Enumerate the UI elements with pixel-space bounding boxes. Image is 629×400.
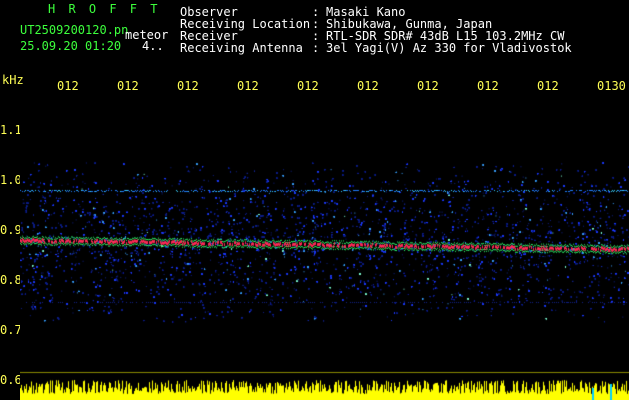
datetime: 25.09.20 01:20 bbox=[20, 39, 122, 53]
time-tick: 012 bbox=[417, 79, 439, 93]
time-tick: 012 bbox=[537, 79, 559, 93]
time-tick: 0130 bbox=[597, 79, 626, 93]
y-axis-unit: kHz bbox=[2, 73, 24, 87]
time-tick: 012 bbox=[297, 79, 319, 93]
freq-tick: 1.1 bbox=[0, 123, 22, 137]
time-tick: 012 bbox=[357, 79, 379, 93]
freq-tick: 0.9 bbox=[0, 223, 22, 237]
time-tick: 012 bbox=[177, 79, 199, 93]
antenna-value: 3el Yagi(V) Az 330 for Vladivostok bbox=[326, 41, 572, 55]
time-tick: 012 bbox=[237, 79, 259, 93]
app-title: H R O F F T bbox=[48, 2, 161, 16]
hrofft-window: H R O F F T UT2509200120.pn meteor 25.09… bbox=[0, 0, 629, 400]
freq-tick: 1.0 bbox=[0, 173, 22, 187]
spectrogram bbox=[20, 100, 629, 400]
freq-tick: 0.6 bbox=[0, 373, 22, 387]
spectrogram-canvas bbox=[20, 100, 629, 400]
freq-tick: 0.8 bbox=[0, 273, 22, 287]
event-count: 4.. bbox=[142, 39, 164, 53]
time-tick: 012 bbox=[477, 79, 499, 93]
file-name: UT2509200120.pn bbox=[20, 23, 129, 37]
antenna-colon: : bbox=[312, 41, 320, 55]
time-tick: 012 bbox=[57, 79, 79, 93]
freq-tick: 0.7 bbox=[0, 323, 22, 337]
antenna-label: Receiving Antenna bbox=[180, 41, 303, 55]
time-tick: 012 bbox=[117, 79, 139, 93]
